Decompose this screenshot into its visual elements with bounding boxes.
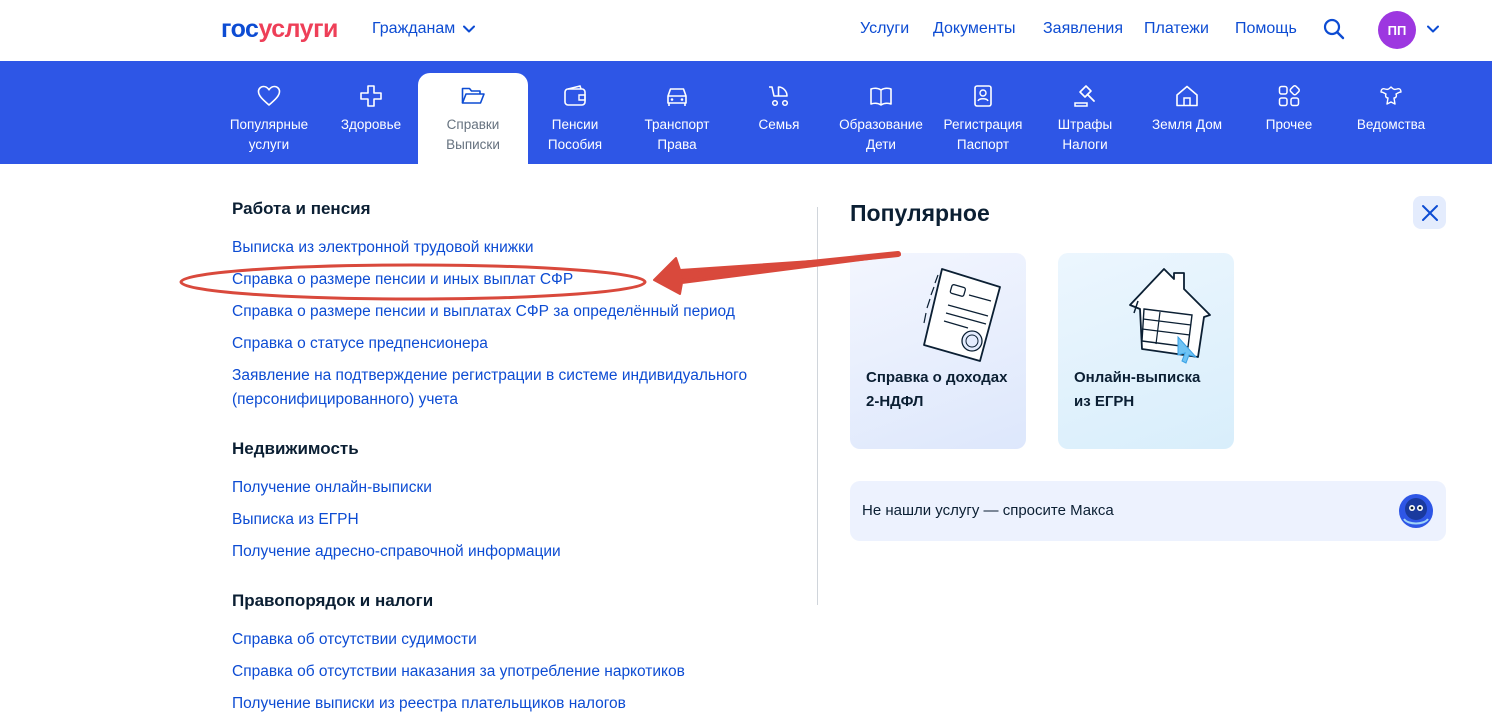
stroller-icon [769, 86, 789, 107]
link-online-extract[interactable]: Получение онлайн-выписки [232, 476, 432, 500]
category-label: Образование [839, 117, 923, 132]
gavel-icon [1074, 85, 1095, 107]
close-button[interactable] [1413, 196, 1446, 229]
link-registration-confirmation[interactable]: Заявление на подтверждение регистрации в… [232, 364, 747, 388]
house-document-icon [1129, 268, 1211, 364]
avatar-initials: ПП [1387, 22, 1407, 38]
popular-card-egrn-extract[interactable]: Онлайн-выписка из ЕГРН [1058, 253, 1234, 449]
link-pension-amount-certificate[interactable]: Справка о размере пенсии и иных выплат С… [232, 268, 573, 292]
category-family[interactable]: Семья [724, 73, 834, 164]
category-label: Пособия [547, 137, 603, 152]
category-label: Дети [866, 137, 896, 152]
category-agencies[interactable]: Ведомства [1336, 73, 1446, 164]
category-bar: Популярные услуги Здоровье Справки Выпис… [0, 61, 1492, 164]
category-label: Здоровье [340, 117, 402, 132]
category-education[interactable]: Образование Дети [826, 73, 936, 164]
category-popular[interactable]: Популярные услуги [214, 73, 324, 164]
nav-documents[interactable]: Документы [933, 18, 1015, 40]
grid-icon [1278, 85, 1300, 107]
wallet-icon [564, 85, 586, 106]
category-label: Земля Дом [1152, 117, 1222, 132]
avatar[interactable]: ПП [1378, 11, 1416, 49]
category-certificates[interactable]: Справки Выписки [418, 73, 528, 164]
close-icon [1421, 204, 1438, 221]
nav-help[interactable]: Помощь [1235, 18, 1297, 40]
category-health[interactable]: Здоровье [316, 73, 426, 164]
nav-applications[interactable]: Заявления [1043, 18, 1123, 40]
link-pension-period-certificate[interactable]: Справка о размере пенсии и выплатах СФР … [232, 300, 735, 324]
column-divider [817, 207, 818, 605]
chevron-down-icon[interactable] [1427, 25, 1439, 33]
section-title-law-taxes: Правопорядок и налоги [232, 591, 434, 610]
audience-selector[interactable]: Гражданам [372, 18, 476, 40]
card-title-line1: Онлайн-выписка [1074, 369, 1201, 386]
folder-icon [461, 87, 485, 104]
category-label: Паспорт [956, 137, 1010, 152]
category-label: Прочее [1265, 117, 1313, 132]
category-label: Ведомства [1356, 117, 1426, 132]
category-label: Транспорт [644, 117, 710, 132]
link-address-info[interactable]: Получение адресно-справочной информации [232, 540, 561, 564]
chevron-down-icon [463, 25, 476, 33]
category-transport[interactable]: Транспорт Права [622, 73, 732, 164]
link-no-criminal-record[interactable]: Справка об отсутствии судимости [232, 628, 477, 652]
card-title: Справка о доходах 2-НДФЛ [866, 366, 1016, 414]
popular-card-income-certificate[interactable]: Справка о доходах 2-НДФЛ [850, 253, 1026, 449]
category-pensions[interactable]: Пенсии Пособия [520, 73, 630, 164]
section-title-work-pension: Работа и пенсия [232, 199, 371, 218]
category-label: Семья [758, 117, 800, 132]
link-egrn-extract[interactable]: Выписка из ЕГРН [232, 508, 359, 532]
category-other[interactable]: Прочее [1234, 73, 1344, 164]
logo-part-gos: гос [221, 15, 259, 43]
popular-title: Популярное [850, 200, 990, 226]
category-label: Пенсии [551, 117, 599, 132]
category-land-house[interactable]: Земля Дом [1132, 73, 1242, 164]
heart-icon [257, 85, 281, 106]
category-registration[interactable]: Регистрация Паспорт [928, 73, 1038, 164]
card-title-line2: из ЕГРН [1074, 393, 1135, 410]
category-label: Налоги [1062, 137, 1108, 152]
card-title-line2: 2-НДФЛ [866, 393, 924, 410]
emblem-icon [1380, 86, 1402, 105]
category-label: Справки [446, 117, 500, 132]
document-icon [923, 268, 1001, 362]
nav-services[interactable]: Услуги [860, 18, 909, 40]
search-icon[interactable] [1322, 17, 1346, 41]
link-registration-confirmation-cont[interactable]: (персонифицированного) учета [232, 388, 458, 412]
logo-part-uslugi: услуги [258, 15, 338, 43]
category-label: Регистрация [943, 117, 1023, 132]
category-fines[interactable]: Штрафы Налоги [1030, 73, 1140, 164]
category-label: услуги [248, 137, 290, 152]
audience-label: Гражданам [372, 20, 456, 37]
section-title-real-estate: Недвижимость [232, 439, 359, 458]
card-title: Онлайн-выписка из ЕГРН [1074, 366, 1224, 414]
header: госуслуги Гражданам Услуги Документы Зая… [0, 0, 1492, 60]
car-icon [667, 88, 687, 106]
link-pre-pensioner-status[interactable]: Справка о статусе предпенсионера [232, 332, 488, 356]
link-taxpayer-registry[interactable]: Получение выписки из реестра плательщико… [232, 692, 626, 713]
cross-icon [360, 85, 382, 107]
category-label: Права [657, 137, 697, 152]
gosuslugi-logo[interactable]: госуслуги [221, 14, 338, 44]
robot-max-icon [1399, 494, 1433, 528]
category-label: Популярные [229, 117, 309, 132]
house-icon [1176, 85, 1198, 107]
link-labor-book-extract[interactable]: Выписка из электронной трудовой книжки [232, 236, 534, 260]
link-no-drug-penalty[interactable]: Справка об отсутствии наказания за употр… [232, 660, 685, 684]
book-icon [870, 87, 892, 106]
card-title-line1: Справка о доходах [866, 369, 1008, 386]
nav-payments[interactable]: Платежи [1144, 18, 1209, 40]
ask-max-bar[interactable]: Не нашли услугу — спросите Макса [850, 481, 1446, 541]
category-label: Выписки [446, 137, 500, 152]
passport-icon [974, 85, 992, 107]
ask-max-text: Не нашли услугу — спросите Макса [862, 502, 1114, 519]
category-label: Штрафы [1057, 117, 1113, 132]
